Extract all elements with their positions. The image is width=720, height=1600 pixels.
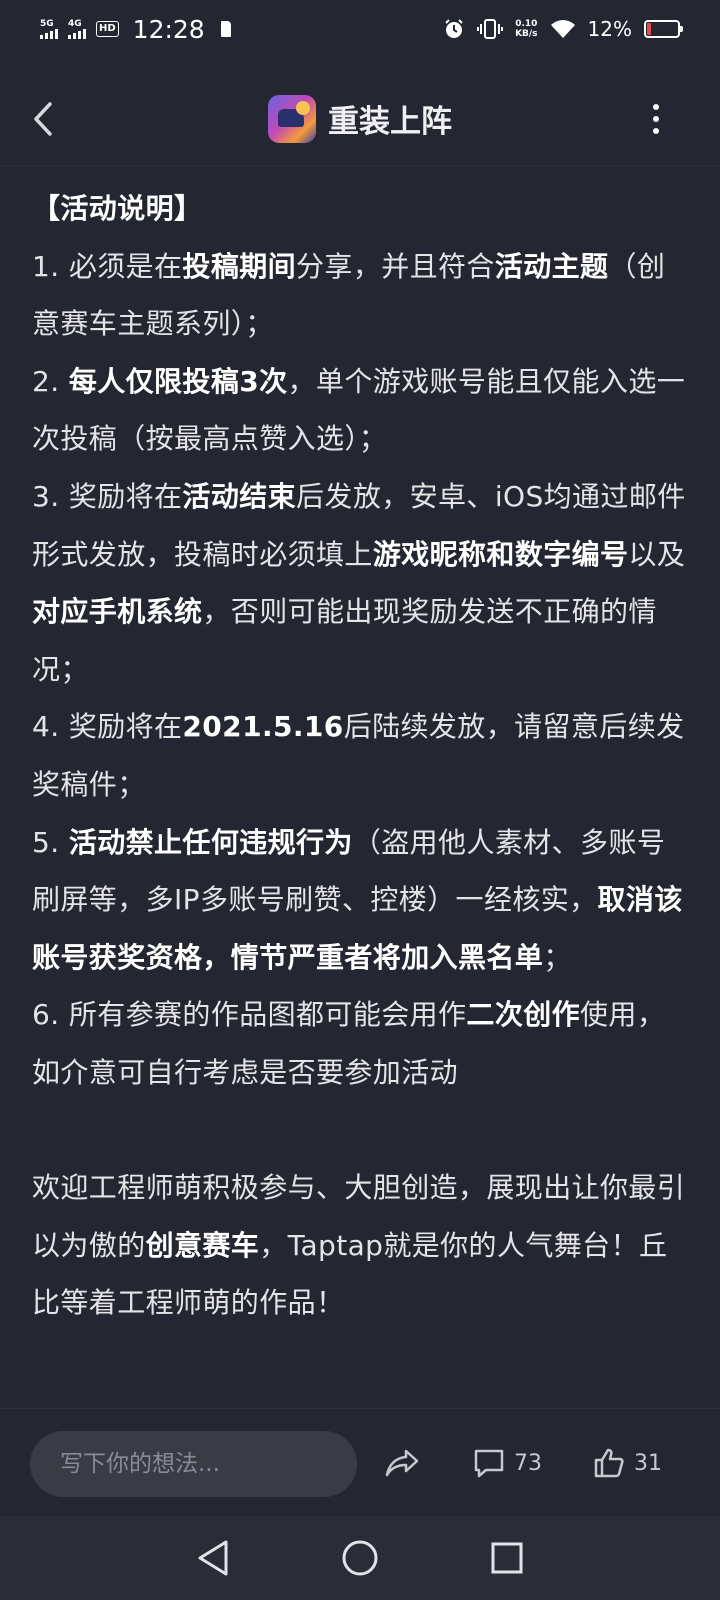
body-text: ，Taptap [259, 1228, 384, 1262]
like-count: 31 [634, 1450, 662, 1476]
signal-sim2-icon: 4G [68, 18, 86, 39]
emphasis-text: 每人仅限投稿3次 [68, 364, 288, 398]
back-button[interactable] [30, 94, 70, 144]
rule-item: 5. 活动禁止任何违规行为（盗用他人素材、多账号刷屏等，多IP多账号刷赞、控楼）… [32, 814, 692, 987]
share-icon [385, 1449, 419, 1477]
body-text: 5. [32, 825, 69, 859]
top-app-bar: 重装上阵 [0, 72, 720, 166]
emphasis-text: 对应手机系统 [32, 595, 203, 629]
vibrate-icon [477, 19, 504, 39]
bottom-action-bar: 73 31 [0, 1408, 720, 1514]
closing-paragraph: 欢迎工程师萌积极参与、大胆创造，展现出让你最引以为傲的创意赛车，Taptap就是… [32, 1159, 692, 1332]
comment-input[interactable] [30, 1431, 357, 1497]
wifi-icon [550, 20, 575, 38]
body-text: 3. 奖励将在 [32, 479, 183, 513]
rule-item: 2. 每人仅限投稿3次，单个游戏账号能且仅能入选一次投稿（按最高点赞入选）； [32, 353, 692, 468]
back-arrow-icon [34, 102, 52, 136]
section-heading: 【活动说明】 [32, 192, 203, 225]
more-vertical-icon [653, 104, 659, 110]
thumbs-up-icon [594, 1448, 624, 1478]
nav-recents-button[interactable] [477, 1528, 537, 1588]
emphasis-text: 活动结束 [182, 479, 297, 513]
emphasis-text: 活动禁止任何违规行为 [68, 825, 353, 859]
rule-item: 1. 必须是在投稿期间分享，并且符合活动主题（创意赛车主题系列）； [32, 238, 692, 353]
nav-home-button[interactable] [330, 1528, 390, 1588]
status-bar: 5G 4G HD 12:28 0.10 KB/s 12% [0, 0, 720, 58]
comment-button[interactable]: 73 [472, 1439, 542, 1487]
like-button[interactable]: 31 [592, 1439, 662, 1487]
rules-list: 1. 必须是在投稿期间分享，并且符合活动主题（创意赛车主题系列）； 2. 每人仅限… [32, 238, 692, 1102]
network-speed: 0.10 KB/s [515, 19, 537, 39]
share-button[interactable] [384, 1439, 420, 1487]
title-group[interactable]: 重装上阵 [268, 94, 452, 143]
emphasis-text: 创意赛车 [145, 1228, 260, 1262]
speed-unit: KB/s [515, 29, 538, 39]
rule-item: 6. 所有参赛的作品图都可能会用作二次创作使用，如介意可自行考虑是否要参加活动 [32, 986, 692, 1101]
status-right: 0.10 KB/s 12% [443, 17, 683, 41]
rule-item: 3. 奖励将在活动结束后发放，安卓、iOS均通过邮件形式发放，投稿时必须填上游戏… [32, 468, 692, 698]
body-text: 以及 [628, 537, 686, 571]
emphasis-text: 活动主题 [494, 249, 609, 283]
body-text: 1. 必须是在 [32, 249, 183, 283]
battery-percent: 12% [587, 17, 632, 41]
emphasis-text: 游戏昵称和数字编号 [372, 537, 629, 571]
status-left: 5G 4G HD 12:28 [40, 15, 231, 44]
body-text: 分享，并且符合 [296, 249, 495, 283]
nav-back-button[interactable] [183, 1528, 243, 1588]
system-nav-bar [0, 1516, 720, 1600]
app-icon [268, 94, 316, 143]
body-text: 4. 奖励将在 [32, 710, 183, 744]
recents-square-icon [491, 1542, 523, 1574]
article-body: 【活动说明】 1. 必须是在投稿期间分享，并且符合活动主题（创意赛车主题系列）；… [32, 180, 692, 1332]
emphasis-text: 2021.5.16 [182, 710, 344, 744]
emphasis-text: 二次创作 [466, 998, 581, 1032]
sim2-label: 4G [68, 18, 82, 29]
hd-voice-icon: HD [96, 21, 119, 37]
back-triangle-icon [198, 1540, 228, 1576]
emphasis-text: 投稿期间 [182, 249, 297, 283]
clock: 12:28 [132, 14, 205, 44]
comment-icon [474, 1449, 504, 1478]
home-circle-icon [342, 1540, 378, 1576]
comment-count: 73 [514, 1450, 542, 1476]
signal-sim1-icon: 5G [40, 18, 58, 39]
sim1-label: 5G [40, 18, 54, 29]
body-text: ； [543, 940, 572, 974]
battery-icon [644, 20, 683, 38]
speed-value: 0.10 [515, 19, 538, 29]
more-button[interactable] [648, 99, 664, 139]
body-text: 6. 所有参赛的作品图都可能会用作 [32, 998, 467, 1032]
rule-item: 4. 奖励将在2021.5.16后陆续发放，请留意后续发奖稿件； [32, 698, 692, 813]
sim-card-icon [220, 21, 231, 37]
alarm-icon [445, 19, 463, 38]
body-text: 2. [32, 364, 69, 398]
page-title: 重装上阵 [328, 104, 452, 140]
